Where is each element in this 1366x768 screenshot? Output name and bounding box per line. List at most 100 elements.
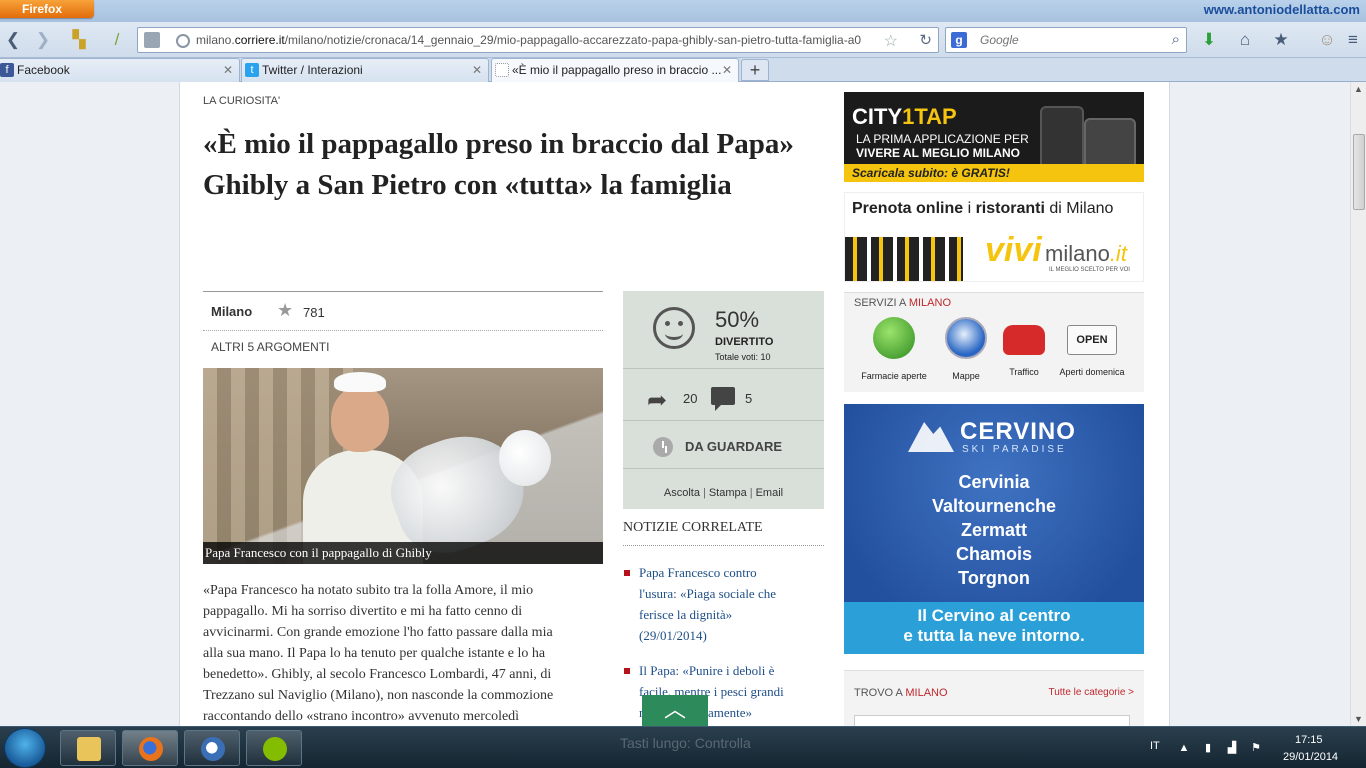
related-line: ferisce la dignità» — [639, 607, 733, 622]
city1tap-logo: CITY1TAP — [852, 104, 957, 129]
bookmark-star-icon[interactable]: ☆ — [884, 31, 898, 51]
url-text[interactable]: milano.corriere.it/milano/notizie/cronac… — [196, 33, 876, 47]
globe-icon — [176, 34, 190, 48]
close-icon[interactable]: ✕ — [223, 59, 233, 81]
scroll-up-icon[interactable]: ▲ — [1354, 84, 1363, 94]
article-tools: Ascolta | Stampa | Email — [623, 487, 824, 499]
start-button[interactable] — [4, 728, 46, 768]
close-icon[interactable]: ✕ — [722, 59, 732, 81]
clock-date[interactable]: 29/01/2014 — [1283, 751, 1338, 763]
service-open-sunday[interactable]: OPEN Aperti domenica — [1052, 317, 1132, 377]
folder-icon — [77, 737, 101, 761]
page-title: «È mio il pappagallo preso in braccio da… — [203, 124, 843, 206]
service-pharmacies[interactable]: Farmacie aperte — [856, 317, 932, 381]
search-icon[interactable]: ⌕ — [1172, 31, 1180, 48]
show-hidden-icons-icon[interactable]: ▲ — [1178, 742, 1190, 754]
tab-article[interactable]: «È mio il pappagallo preso in braccio ..… — [491, 58, 739, 82]
cutlery-graphic — [845, 237, 963, 281]
body-line: Trezzano sul Naviglio (Milano), non nasc… — [203, 688, 554, 703]
resort-name: Torgnon — [958, 568, 1030, 588]
share-arrow-icon[interactable]: ➦ — [647, 386, 667, 415]
print-link[interactable]: Stampa — [709, 487, 747, 499]
trovo-title: TROVO A MILANO — [854, 687, 948, 699]
action-center-flag-icon[interactable]: ⚑ — [1250, 742, 1262, 754]
tab-label: Twitter / Interazioni — [262, 63, 363, 77]
ad-tagline: VIVERE AL MEGLIO MILANO — [856, 146, 1021, 160]
city-tag[interactable]: Milano — [211, 304, 252, 319]
menu-icon[interactable]: ≡ — [1342, 30, 1364, 50]
taskbar-thunderbird[interactable] — [184, 730, 240, 766]
new-tab-button[interactable]: + — [741, 59, 769, 81]
section-kicker: LA CURIOSITA' — [203, 95, 281, 107]
related-link-1[interactable]: Papa Francesco contro l'usura: «Piaga so… — [639, 562, 819, 646]
pharmacy-icon — [873, 317, 915, 359]
addon-face-icon[interactable]: ☺ — [1316, 30, 1338, 50]
resort-name: Valtournenche — [931, 496, 1057, 516]
forward-icon[interactable]: ❯ — [32, 30, 54, 50]
photo-zucchetto — [334, 372, 386, 392]
close-icon[interactable]: ✕ — [472, 59, 482, 81]
city1tap-ad[interactable]: CITY1TAP LA PRIMA APPLICAZIONE PER VIVER… — [844, 92, 1144, 182]
bookmarks-icon[interactable]: ★ — [1270, 30, 1292, 50]
scroll-down-icon[interactable]: ▼ — [1354, 714, 1363, 724]
scroll-thumb[interactable] — [1353, 134, 1365, 210]
ad-cta: Scaricala subito: è GRATIS! — [844, 164, 1144, 182]
rating-count: 781 — [303, 305, 325, 320]
article-photo[interactable]: Papa Francesco con il pappagallo di Ghib… — [203, 368, 603, 564]
cervino-subtitle: SKI PARADISE — [962, 444, 1067, 455]
tab-label: «È mio il pappagallo preso in braccio ..… — [512, 63, 722, 77]
reload-icon[interactable]: ↻ — [919, 31, 932, 49]
email-link[interactable]: Email — [756, 487, 784, 499]
navigation-toolbar: ❮ ❯ ▚ / milano.corriere.it/milano/notizi… — [0, 22, 1366, 58]
ad-tagline: LA PRIMA APPLICAZIONE PER — [856, 132, 1029, 146]
back-icon[interactable]: ❮ — [2, 30, 24, 50]
listen-link[interactable]: Ascolta — [664, 487, 700, 499]
mountain-logo-icon — [908, 422, 954, 452]
watch-later-label: DA GUARDARE — [685, 439, 783, 454]
slogan-line: e tutta la neve intorno. — [903, 626, 1085, 645]
cervino-ad[interactable]: CERVINO SKI PARADISE Cervinia Valtournen… — [844, 404, 1144, 654]
more-topics-link[interactable]: ALTRI 5 ARGOMENTI — [211, 340, 329, 354]
service-traffic[interactable]: Traffico — [986, 317, 1062, 377]
search-box[interactable]: g ⌕ — [945, 27, 1187, 53]
clock-time[interactable]: 17:15 — [1295, 734, 1323, 746]
firefox-menu-button[interactable]: Firefox — [0, 0, 94, 18]
services-panel: SERVIZI A MILANO Farmacie aperte Mappe T… — [844, 292, 1144, 392]
search-input[interactable] — [980, 33, 1160, 47]
page-info-icon[interactable] — [144, 32, 160, 48]
services-title: SERVIZI A MILANO — [854, 297, 952, 309]
devices-icon[interactable]: ▮ — [1202, 742, 1214, 754]
language-indicator[interactable]: IT — [1150, 740, 1160, 752]
mood-row[interactable]: 50% DIVERTITO Totale voti: 10 — [623, 291, 824, 369]
headline-line-1: «È mio il pappagallo preso in braccio da… — [203, 128, 794, 160]
clock-icon — [653, 437, 673, 457]
facebook-icon: f — [0, 63, 14, 77]
tab-facebook[interactable]: f Facebook ✕ — [0, 58, 240, 82]
photo-caption: Papa Francesco con il pappagallo di Ghib… — [203, 542, 603, 564]
feather-icon[interactable]: / — [106, 30, 128, 50]
address-bar[interactable]: milano.corriere.it/milano/notizie/cronac… — [137, 27, 939, 53]
share-count: 20 — [683, 391, 698, 406]
all-categories-link[interactable]: Tutte le categorie > — [1048, 687, 1134, 698]
network-icon[interactable]: ▟ — [1226, 742, 1238, 754]
puzzle-icon[interactable]: ▚ — [68, 30, 90, 50]
comment-icon[interactable] — [711, 387, 735, 411]
body-line: avvicinarmi. Con grande emozione l'ho fa… — [203, 625, 553, 640]
body-line: alla sua mano. Il Papa lo ha tenuto per … — [203, 646, 546, 661]
taskbar-explorer[interactable] — [60, 730, 116, 766]
home-icon[interactable]: ⌂ — [1234, 30, 1256, 50]
download-icon[interactable]: ⬇ — [1198, 30, 1220, 50]
watch-later-button[interactable]: DA GUARDARE — [623, 421, 824, 469]
watermark-text: www.antoniodellatta.com — [1203, 2, 1360, 17]
taskbar-firefox[interactable] — [122, 730, 178, 766]
back-to-top-button[interactable]: ︿ — [642, 695, 708, 726]
taskbar-spotify[interactable] — [246, 730, 302, 766]
vivimilano-ad[interactable]: Prenota online i ristoranti di Milano vi… — [844, 192, 1144, 282]
vertical-scrollbar[interactable]: ▲ ▼ — [1350, 82, 1366, 726]
google-engine-icon[interactable]: g — [951, 32, 967, 48]
tab-twitter[interactable]: t Twitter / Interazioni ✕ — [241, 58, 489, 82]
separator: | — [749, 487, 753, 499]
star-icon[interactable]: ★ — [277, 300, 293, 321]
tab-bar: f Facebook ✕ t Twitter / Interazioni ✕ «… — [0, 58, 1366, 82]
trovo-search-field[interactable] — [854, 715, 1130, 726]
